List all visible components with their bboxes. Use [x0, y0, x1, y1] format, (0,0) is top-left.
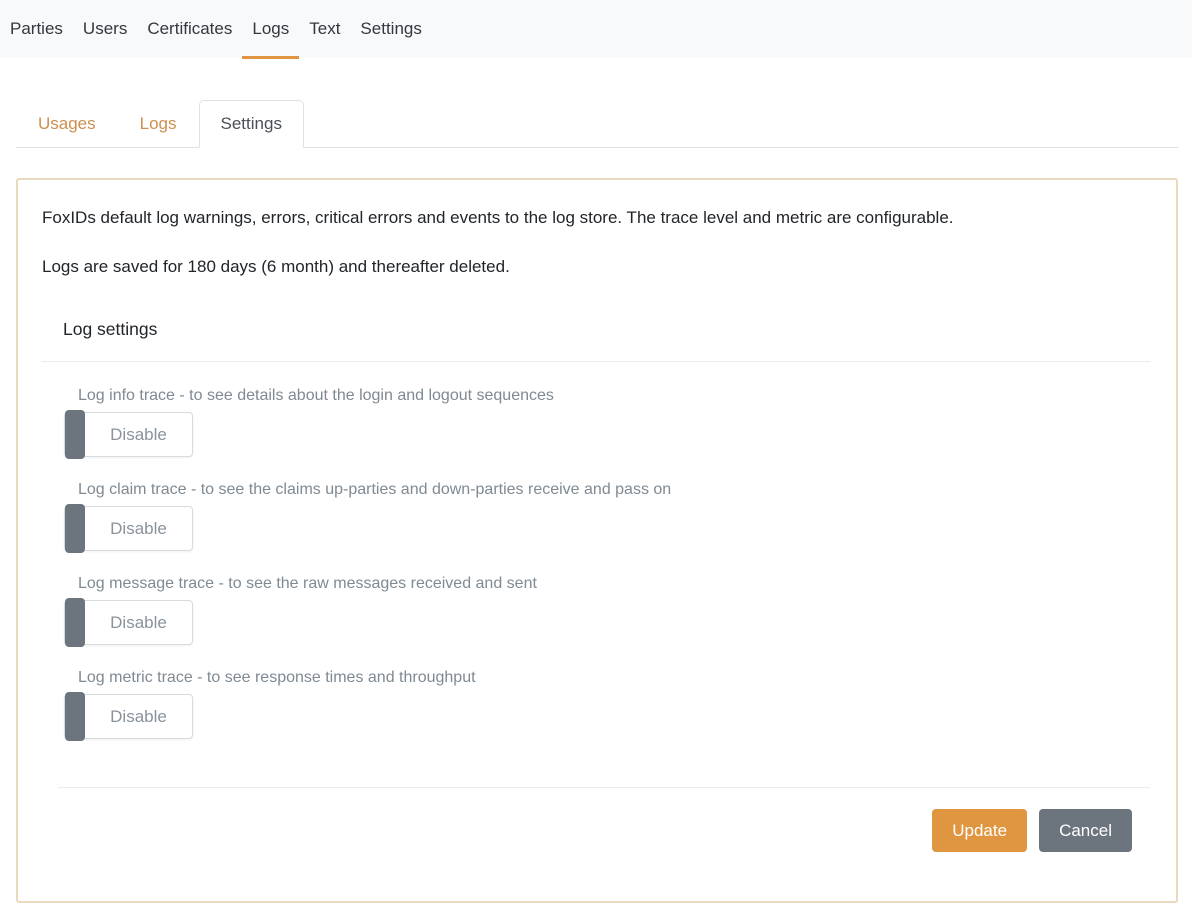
log-settings-panel: FoxIDs default log warnings, errors, cri… [16, 178, 1178, 903]
toggle-handle [65, 598, 85, 647]
nav-item-certificates[interactable]: Certificates [137, 0, 242, 58]
log-metric-trace-group: Log metric trace - to see response times… [64, 669, 1150, 739]
toggle-state-label: Disable [110, 613, 167, 632]
nav-item-logs[interactable]: Logs [242, 0, 299, 58]
log-settings-form: Log info trace - to see details about th… [42, 387, 1150, 739]
toggle-handle [65, 692, 85, 741]
toggle-state-label: Disable [110, 519, 167, 538]
nav-item-users[interactable]: Users [73, 0, 137, 58]
log-info-trace-group: Log info trace - to see details about th… [64, 387, 1150, 457]
log-retention-description: Logs are saved for 180 days (6 month) an… [42, 255, 1150, 280]
tab-logs[interactable]: Logs [118, 100, 199, 148]
log-settings-title: Log settings [42, 319, 1150, 340]
log-message-trace-label: Log message trace - to see the raw messa… [78, 575, 1150, 593]
toggle-state-label: Disable [110, 425, 167, 444]
log-claim-trace-group: Log claim trace - to see the claims up-p… [64, 481, 1150, 551]
nav-item-parties[interactable]: Parties [0, 0, 73, 58]
log-claim-trace-label: Log claim trace - to see the claims up-p… [78, 481, 1150, 499]
toggle-state-label: Disable [110, 707, 167, 726]
top-navbar: Parties Users Certificates Logs Text Set… [0, 0, 1192, 58]
log-store-description: FoxIDs default log warnings, errors, cri… [42, 206, 1150, 231]
update-button[interactable]: Update [932, 809, 1027, 852]
cancel-button[interactable]: Cancel [1039, 809, 1132, 852]
log-metric-trace-label: Log metric trace - to see response times… [78, 669, 1150, 687]
log-message-trace-toggle[interactable]: Disable [64, 600, 193, 645]
nav-item-settings[interactable]: Settings [350, 0, 431, 58]
tab-usages[interactable]: Usages [16, 100, 118, 148]
section-divider [42, 361, 1150, 362]
log-metric-trace-toggle[interactable]: Disable [64, 694, 193, 739]
log-claim-trace-toggle[interactable]: Disable [64, 506, 193, 551]
log-settings-card: Log settings Log info trace - to see det… [42, 319, 1150, 739]
toggle-handle [65, 410, 85, 459]
nav-item-text[interactable]: Text [299, 0, 350, 58]
log-info-trace-label: Log info trace - to see details about th… [78, 387, 1150, 405]
tab-settings[interactable]: Settings [199, 100, 304, 148]
log-info-trace-toggle[interactable]: Disable [64, 412, 193, 457]
actions-divider [58, 787, 1150, 788]
form-actions: Update Cancel [42, 809, 1150, 852]
logs-tab-bar: Usages Logs Settings [16, 100, 1178, 148]
log-message-trace-group: Log message trace - to see the raw messa… [64, 575, 1150, 645]
toggle-handle [65, 504, 85, 553]
